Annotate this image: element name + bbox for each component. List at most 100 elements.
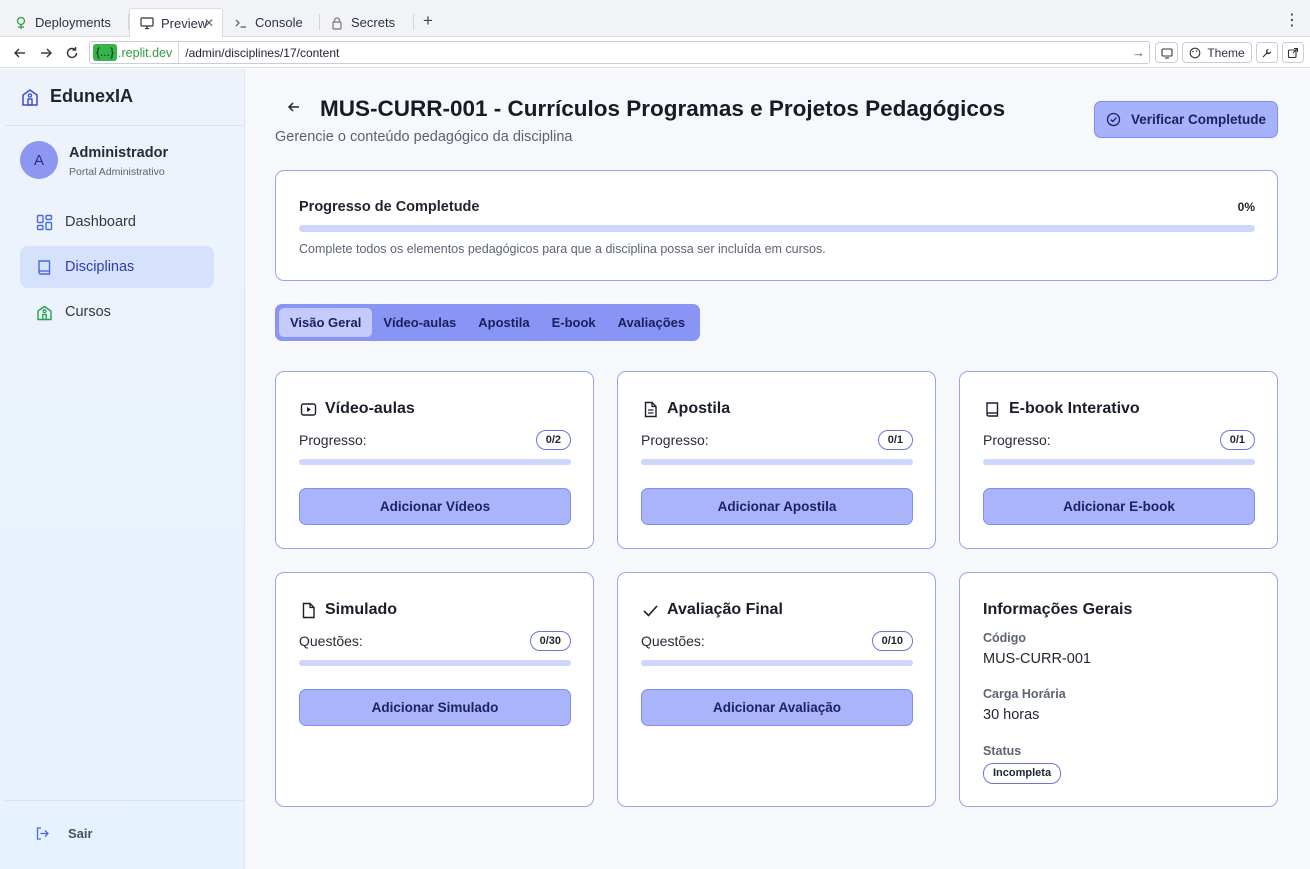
document-icon xyxy=(641,400,659,418)
sidebar-item-dashboard[interactable]: Dashboard xyxy=(20,201,214,243)
final-assessment-card: Avaliação Final Questões: 0/10 Adicionar… xyxy=(617,572,936,807)
count-badge: 0/1 xyxy=(877,430,913,450)
go-arrow-icon[interactable]: → xyxy=(1132,45,1145,60)
general-info-card: Informações Gerais Código MUS-CURR-001 C… xyxy=(959,572,1278,807)
open-external-icon[interactable] xyxy=(1282,42,1304,63)
tab-avaliacoes[interactable]: Avaliações xyxy=(607,308,696,337)
sidebar-item-cursos[interactable]: Cursos xyxy=(20,291,214,333)
add-assessment-button[interactable]: Adicionar Avaliação xyxy=(641,689,913,726)
sidebar-item-disciplinas[interactable]: Disciplinas xyxy=(20,246,214,288)
logout-button[interactable]: Sair xyxy=(35,826,93,841)
card-title: Vídeo-aulas xyxy=(325,400,415,417)
card-label: Questões: xyxy=(641,633,705,649)
page-subtitle: Gerencie o conteúdo pedagógico da discip… xyxy=(275,129,573,145)
card-progress-bar xyxy=(299,660,571,666)
user-role: Portal Administrativo xyxy=(69,166,165,178)
logout-label: Sair xyxy=(68,826,93,841)
book-icon xyxy=(35,258,53,276)
url-path: /admin/disciplines/17/content xyxy=(185,45,340,60)
progress-title: Progresso de Completude xyxy=(299,199,480,215)
ebook-card: E-book Interativo Progresso: 0/1 Adicion… xyxy=(959,371,1278,549)
divider xyxy=(5,800,243,801)
book-icon xyxy=(983,400,1001,418)
sidebar-item-label: Dashboard xyxy=(65,214,136,230)
code-label: Código xyxy=(983,631,1027,645)
new-tab-plus-icon[interactable]: + xyxy=(418,11,438,31)
count-badge: 0/30 xyxy=(529,631,571,651)
card-label: Progresso: xyxy=(983,432,1051,448)
tab-console[interactable]: Console xyxy=(224,8,319,37)
completeness-progress-card: Progresso de Completude 0% Complete todo… xyxy=(275,170,1278,281)
card-title: E-book Interativo xyxy=(1009,400,1140,417)
browser-tab-bar: Deployments Preview ✕ Console Secrets + … xyxy=(0,0,1310,37)
sidebar-item-label: Disciplinas xyxy=(65,259,135,275)
devices-icon[interactable] xyxy=(1155,42,1178,63)
status-label: Status xyxy=(983,744,1022,758)
workload-label: Carga Horária xyxy=(983,687,1066,701)
tab-label: Secrets xyxy=(351,15,396,30)
tab-visao-geral[interactable]: Visão Geral xyxy=(279,308,373,337)
tab-label: Preview xyxy=(161,15,208,31)
reload-icon[interactable] xyxy=(62,43,82,63)
video-icon xyxy=(299,400,317,418)
add-videos-button[interactable]: Adicionar Vídeos xyxy=(299,488,571,525)
back-nav-icon[interactable] xyxy=(10,43,30,63)
tab-secrets[interactable]: Secrets xyxy=(320,8,414,37)
tab-label: Deployments xyxy=(35,15,111,30)
lock-icon xyxy=(330,16,344,30)
theme-label: Theme xyxy=(1207,45,1245,60)
url-field[interactable]: {...} .replit.dev /admin/disciplines/17/… xyxy=(89,41,1150,64)
avatar: A xyxy=(20,141,58,179)
card-progress-bar xyxy=(641,660,913,666)
wrench-icon[interactable] xyxy=(1256,42,1278,63)
verify-completeness-button[interactable]: Verificar Completude xyxy=(1094,101,1278,138)
url-host-tag: {...} xyxy=(93,44,118,61)
video-lessons-card: Vídeo-aulas Progresso: 0/2 Adicionar Víd… xyxy=(275,371,594,549)
brand-name: EdunexIA xyxy=(50,86,134,106)
card-title: Simulado xyxy=(325,601,398,618)
check-icon xyxy=(641,601,659,619)
tab-ebook[interactable]: E-book xyxy=(541,308,607,337)
progress-note: Complete todos os elementos pedagógicos … xyxy=(299,242,826,256)
add-ebook-button[interactable]: Adicionar E-book xyxy=(983,488,1255,525)
theme-button[interactable]: Theme xyxy=(1182,42,1252,63)
monitor-icon xyxy=(140,16,154,30)
close-icon[interactable]: ✕ xyxy=(204,16,214,30)
tab-preview[interactable]: Preview ✕ xyxy=(129,8,223,37)
back-arrow-icon[interactable] xyxy=(287,100,303,116)
status-badge: Incompleta xyxy=(983,763,1062,784)
school-logo-icon xyxy=(20,87,40,107)
card-title: Apostila xyxy=(667,400,731,417)
card-label: Questões: xyxy=(299,633,363,649)
page-title: MUS-CURR-001 - Currículos Programas e Pr… xyxy=(320,96,1006,121)
brand[interactable]: EdunexIA xyxy=(20,86,133,107)
url-domain: .replit.dev xyxy=(118,45,173,60)
count-badge: 0/1 xyxy=(1219,430,1255,450)
more-options-icon[interactable]: ⋮ xyxy=(1284,11,1300,31)
info-title: Informações Gerais xyxy=(983,601,1133,618)
progress-bar xyxy=(299,225,1255,232)
add-mock-exam-button[interactable]: Adicionar Simulado xyxy=(299,689,571,726)
progress-percent: 0% xyxy=(1237,200,1255,214)
logout-icon xyxy=(35,826,50,841)
verify-button-label: Verificar Completude xyxy=(1130,112,1267,127)
file-icon xyxy=(299,601,317,619)
user-name: Administrador xyxy=(69,145,169,161)
workload-value: 30 horas xyxy=(983,707,1040,723)
main-content: MUS-CURR-001 - Currículos Programas e Pr… xyxy=(245,69,1310,869)
sidebar: EdunexIA A Administrador Portal Administ… xyxy=(0,69,245,869)
tab-deployments[interactable]: Deployments xyxy=(4,8,128,37)
tab-video-aulas[interactable]: Vídeo-aulas xyxy=(372,308,467,337)
count-badge: 0/2 xyxy=(535,430,571,450)
card-label: Progresso: xyxy=(641,432,709,448)
forward-nav-icon[interactable] xyxy=(36,43,56,63)
school-icon xyxy=(35,303,53,321)
tab-label: Console xyxy=(255,15,303,30)
address-bar: {...} .replit.dev /admin/disciplines/17/… xyxy=(0,37,1310,68)
handout-card: Apostila Progresso: 0/1 Adicionar Aposti… xyxy=(617,371,936,549)
tab-apostila[interactable]: Apostila xyxy=(467,308,540,337)
content-tabs: Visão Geral Vídeo-aulas Apostila E-book … xyxy=(275,304,701,341)
deployments-icon xyxy=(14,16,28,30)
code-value: MUS-CURR-001 xyxy=(983,651,1091,667)
add-handout-button[interactable]: Adicionar Apostila xyxy=(641,488,913,525)
